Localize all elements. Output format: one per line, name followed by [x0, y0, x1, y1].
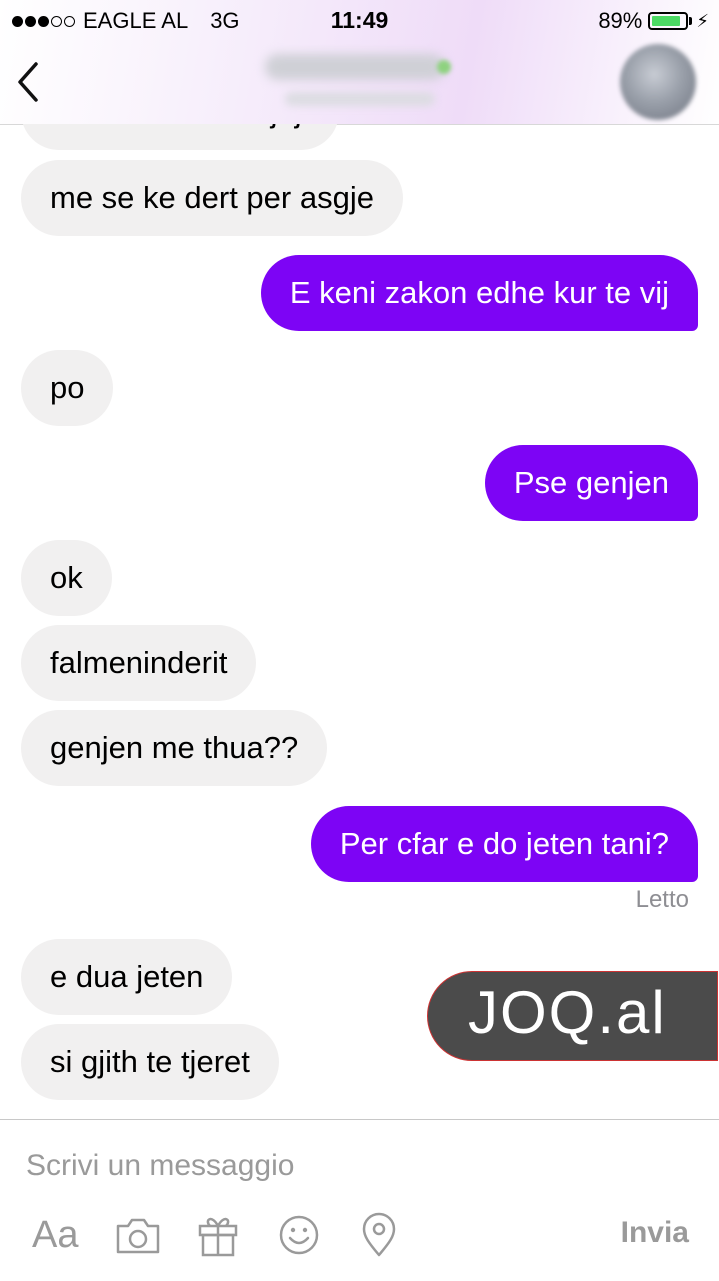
camera-icon[interactable] — [114, 1210, 162, 1260]
online-indicator — [437, 60, 451, 74]
message-bubble-incoming[interactable]: se me behesh njejt — [21, 124, 340, 150]
avatar[interactable] — [620, 44, 696, 120]
message-thread[interactable]: se me behesh njejt me se ke dert per asg… — [0, 124, 719, 1119]
message-bubble-incoming[interactable]: falmeninderit — [21, 625, 257, 701]
font-size-button[interactable]: Aa — [32, 1210, 78, 1260]
message-bubble-incoming[interactable]: genjen me thua?? — [21, 710, 328, 786]
send-button[interactable]: Invia — [621, 1216, 689, 1250]
message-bubble-incoming[interactable]: e dua jeten — [21, 939, 233, 1015]
message-bubble-outgoing[interactable]: E keni zakon edhe kur te vij — [260, 255, 698, 331]
battery-percent: 89% — [598, 8, 643, 33]
location-pin-icon[interactable] — [358, 1210, 400, 1260]
message-composer: Aa Invia — [0, 1119, 719, 1281]
message-bubble-incoming[interactable]: po — [21, 350, 114, 426]
gift-icon[interactable] — [196, 1210, 240, 1260]
watermark-text: JOQ.al — [468, 979, 667, 1046]
contact-status-blurred — [285, 92, 435, 106]
emoji-icon[interactable] — [276, 1210, 322, 1260]
message-bubble-incoming[interactable]: me se ke dert per asgje — [21, 160, 403, 236]
watermark-logo: JOQ.al — [427, 971, 718, 1061]
chevron-left-icon — [18, 62, 38, 102]
battery-status: 89% ⚡︎ — [598, 8, 709, 34]
message-bubble-incoming[interactable]: ok — [21, 540, 112, 616]
message-input[interactable] — [26, 1144, 686, 1188]
battery-level-fill — [652, 16, 681, 26]
battery-tip — [689, 17, 693, 25]
contact-name-blurred[interactable] — [265, 54, 445, 80]
message-bubble-outgoing[interactable]: Per cfar e do jeten tani? — [310, 806, 698, 882]
status-bar: EAGLE AL 3G 11:49 89% ⚡︎ — [0, 0, 719, 40]
message-bubble-incoming[interactable]: si gjith te tjeret — [21, 1024, 279, 1100]
back-button[interactable] — [8, 54, 48, 110]
message-bubble-outgoing[interactable]: Pse genjen — [484, 445, 698, 521]
charging-bolt-icon: ⚡︎ — [696, 10, 709, 31]
read-receipt: Letto — [635, 886, 689, 913]
conversation-header: EAGLE AL 3G 11:49 89% ⚡︎ — [0, 0, 719, 125]
battery-icon — [648, 12, 689, 30]
